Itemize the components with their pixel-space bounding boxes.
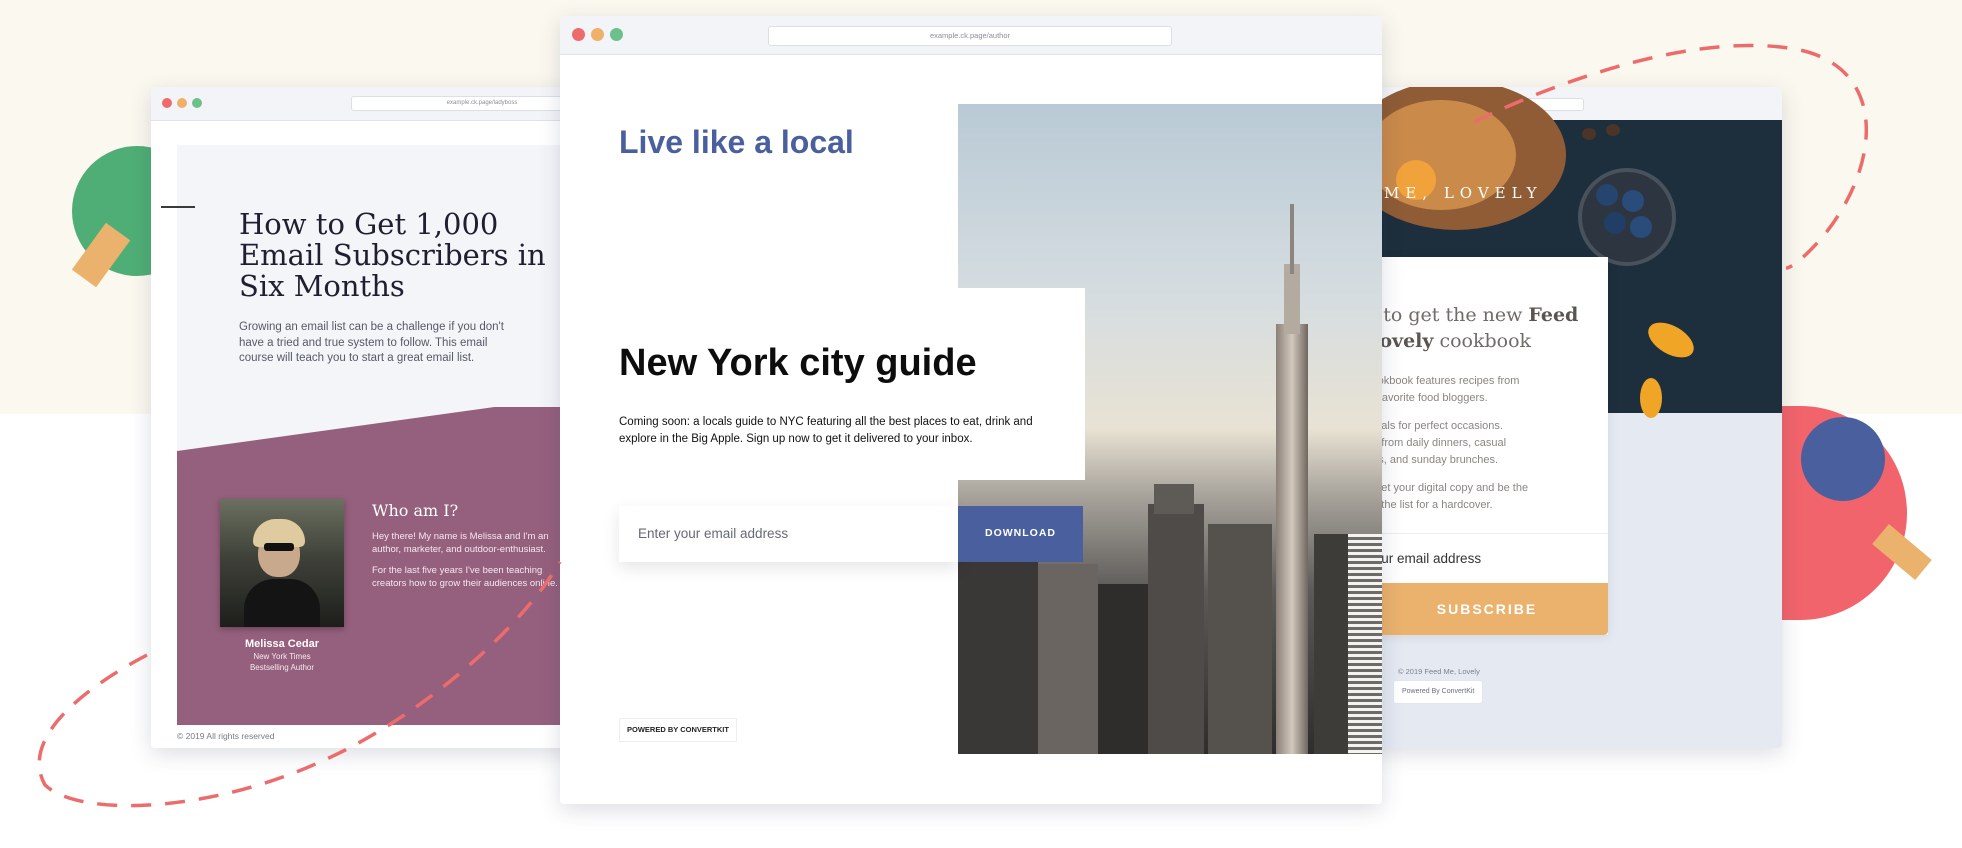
dashed-curve-left [37, 43, 1869, 808]
